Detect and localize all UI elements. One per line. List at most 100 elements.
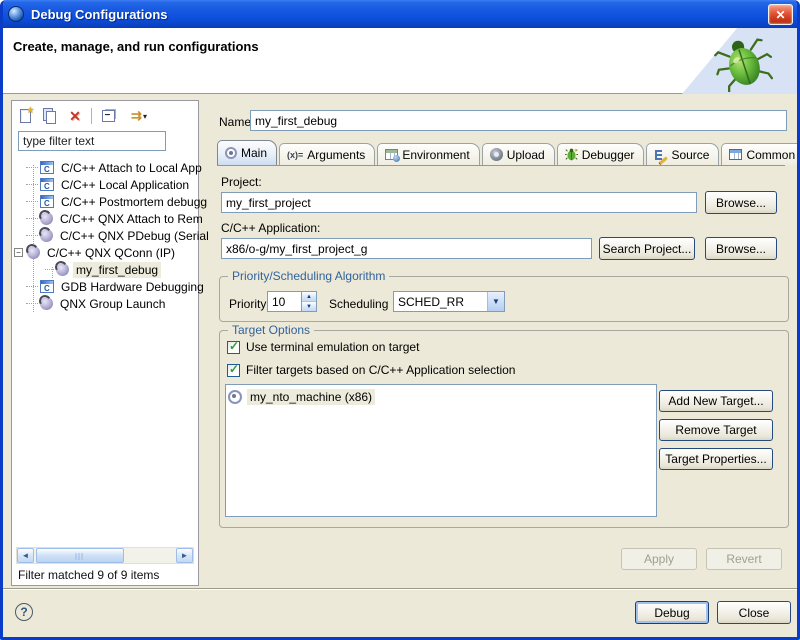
duplicate-configuration-button[interactable] xyxy=(41,107,59,125)
main-tab-icon xyxy=(225,147,237,159)
filter-icon: ⇉ xyxy=(131,108,141,124)
collapse-expander-icon[interactable]: − xyxy=(14,248,23,257)
add-new-target-button[interactable]: Add New Target... xyxy=(659,390,773,412)
terminal-emulation-checkbox-row[interactable]: ✓ Use terminal emulation on target xyxy=(227,340,419,354)
tree-item-my-first-debug[interactable]: my_first_debug xyxy=(45,261,161,278)
qnx-launch-icon xyxy=(40,297,53,310)
new-configuration-icon: ★ xyxy=(20,109,31,123)
banner-title: Create, manage, and run configurations xyxy=(13,39,259,54)
target-properties-button[interactable]: Target Properties... xyxy=(659,448,773,470)
tab-source[interactable]: Source xyxy=(646,143,719,165)
environment-tab-icon xyxy=(385,149,398,160)
target-list[interactable]: my_nto_machine (x86) xyxy=(225,384,657,517)
application-browse-button[interactable]: Browse... xyxy=(705,237,777,260)
tree-item-qnx-pdebug[interactable]: C/C++ QNX PDebug (Serial xyxy=(26,227,212,244)
priority-spinner: ▲ ▼ xyxy=(267,291,317,312)
configurations-tree: C/C++ Attach to Local App C/C++ Local Ap… xyxy=(12,159,196,409)
filter-targets-checkbox-row[interactable]: ✓ Filter targets based on C/C++ Applicat… xyxy=(227,363,515,377)
collapse-all-icon: − xyxy=(102,110,115,122)
help-icon: ? xyxy=(20,605,27,619)
c-application-icon xyxy=(40,280,54,293)
tab-common[interactable]: Common xyxy=(721,143,800,165)
priority-input[interactable] xyxy=(267,291,301,312)
search-project-button[interactable]: Search Project... xyxy=(599,237,695,260)
arguments-tab-icon: (x)= xyxy=(287,150,303,160)
scheduling-label: Scheduling xyxy=(329,297,388,311)
title-bar[interactable]: Debug Configurations ✕ xyxy=(0,0,800,28)
debug-button[interactable]: Debug xyxy=(635,601,709,624)
check-icon: ✓ xyxy=(229,339,239,353)
debugger-tab-icon xyxy=(565,148,578,161)
name-input[interactable] xyxy=(250,110,787,131)
dropdown-caret-icon: ▾ xyxy=(143,112,147,121)
debug-configurations-dialog: Debug Configurations ✕ Create, manage, a… xyxy=(0,0,800,640)
scroll-left-icon: ◄ xyxy=(22,551,30,560)
upload-tab-icon xyxy=(490,148,503,161)
project-input[interactable] xyxy=(221,192,697,213)
toolbar-separator xyxy=(91,108,92,124)
delete-configuration-button[interactable]: ✕ xyxy=(66,107,84,125)
filter-targets-checkbox[interactable]: ✓ xyxy=(227,364,240,377)
filter-input[interactable] xyxy=(18,131,166,151)
revert-button[interactable]: Revert xyxy=(706,548,782,570)
priority-group-title: Priority/Scheduling Algorithm xyxy=(228,269,389,283)
scrollbar-thumb[interactable] xyxy=(36,548,124,563)
window-title: Debug Configurations xyxy=(31,7,168,22)
tab-bar: Main (x)= Arguments Environment Upload xyxy=(217,141,785,166)
configurations-toolbar: ★ ✕ − ⇉ ▾ xyxy=(16,105,154,127)
scheduling-selected-value: SCHED_RR xyxy=(394,295,487,309)
priority-label: Priority xyxy=(229,297,266,311)
scheduling-combobox[interactable]: SCHED_RR ▼ xyxy=(393,291,505,312)
close-icon: ✕ xyxy=(775,8,785,22)
help-button[interactable]: ? xyxy=(15,603,33,621)
c-application-icon xyxy=(40,195,54,208)
remove-target-button[interactable]: Remove Target xyxy=(659,419,773,441)
priority-spin-up-button[interactable]: ▲ xyxy=(302,292,316,302)
check-icon: ✓ xyxy=(229,362,239,376)
header-banner: Create, manage, and run configurations xyxy=(3,28,797,94)
tab-upload[interactable]: Upload xyxy=(482,143,555,165)
tab-debugger[interactable]: Debugger xyxy=(557,143,645,165)
beetle-icon xyxy=(713,32,773,92)
application-input[interactable] xyxy=(221,238,592,259)
window-icon xyxy=(8,6,24,22)
qnx-launch-icon xyxy=(40,229,53,242)
filter-status-text: Filter matched 9 of 9 items xyxy=(18,568,159,582)
qnx-launch-icon xyxy=(40,212,53,225)
tree-item-gdb-hardware[interactable]: GDB Hardware Debugging xyxy=(26,278,207,295)
priority-spin-down-button[interactable]: ▼ xyxy=(302,302,316,311)
target-list-item[interactable]: my_nto_machine (x86) xyxy=(228,388,654,406)
scroll-right-icon: ► xyxy=(181,551,189,560)
tree-item-postmortem[interactable]: C/C++ Postmortem debugg xyxy=(26,193,210,210)
tree-item-qnx-qconn[interactable]: − C/C++ QNX QConn (IP) xyxy=(14,244,178,261)
project-browse-button[interactable]: Browse... xyxy=(705,191,777,214)
apply-button[interactable]: Apply xyxy=(621,548,697,570)
tree-horizontal-scrollbar[interactable]: ◄ ► xyxy=(16,547,194,564)
new-configuration-button[interactable]: ★ xyxy=(16,107,34,125)
combo-dropdown-button[interactable]: ▼ xyxy=(487,292,504,311)
tab-main[interactable]: Main xyxy=(217,140,277,165)
filter-launch-configurations-button[interactable]: ⇉ ▾ xyxy=(124,107,154,125)
target-item-label: my_nto_machine (x86) xyxy=(247,389,375,405)
qnx-launch-icon xyxy=(27,246,40,259)
tab-arguments[interactable]: (x)= Arguments xyxy=(279,143,375,165)
tree-item-qnx-group-launch[interactable]: QNX Group Launch xyxy=(26,295,168,312)
configurations-panel: ★ ✕ − ⇉ ▾ xyxy=(11,100,199,586)
project-label: Project: xyxy=(221,175,262,189)
c-application-icon xyxy=(40,161,54,174)
tree-item-local-application[interactable]: C/C++ Local Application xyxy=(26,176,192,193)
qnx-launch-icon xyxy=(56,263,69,276)
scroll-left-button[interactable]: ◄ xyxy=(17,548,34,563)
spin-down-icon: ▼ xyxy=(306,304,312,310)
tab-environment[interactable]: Environment xyxy=(377,143,479,165)
delete-icon: ✕ xyxy=(69,108,81,125)
terminal-emulation-checkbox[interactable]: ✓ xyxy=(227,341,240,354)
common-tab-icon xyxy=(729,149,742,160)
collapse-all-button[interactable]: − xyxy=(99,107,117,125)
terminal-emulation-label: Use terminal emulation on target xyxy=(246,340,419,354)
tree-item-attach-local[interactable]: C/C++ Attach to Local App xyxy=(26,159,205,176)
scroll-right-button[interactable]: ► xyxy=(176,548,193,563)
tree-item-qnx-attach-remote[interactable]: C/C++ QNX Attach to Rem xyxy=(26,210,206,227)
close-button[interactable]: ✕ xyxy=(768,4,793,25)
close-dialog-button[interactable]: Close xyxy=(717,601,791,624)
